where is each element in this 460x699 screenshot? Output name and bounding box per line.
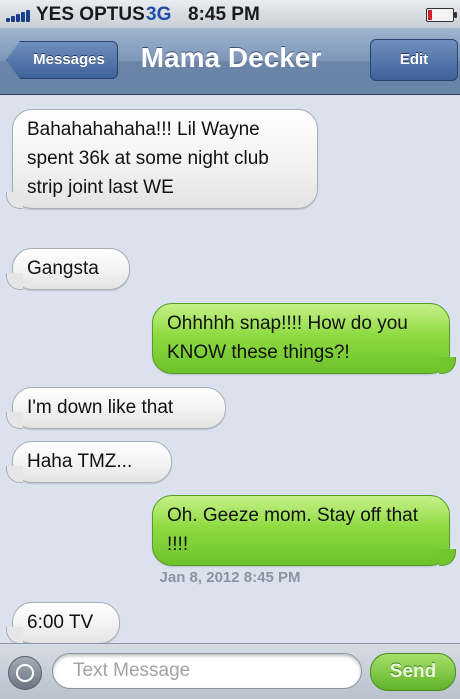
- camera-icon[interactable]: [8, 656, 42, 690]
- message-input-bar: Send: [0, 643, 460, 699]
- signal-bars-icon: [6, 8, 32, 22]
- message-bubble-incoming[interactable]: I'm down like that: [6, 387, 226, 429]
- text-message-input[interactable]: [52, 653, 362, 689]
- status-bar: YES OPTUS 3G 8:45 PM: [0, 0, 460, 29]
- message-bubble-incoming[interactable]: Bahahahahaha!!! Lil Wayne spent 36k at s…: [6, 109, 318, 209]
- message-bubble-incoming[interactable]: 6:00 TV: [6, 602, 120, 644]
- battery-icon: [426, 8, 457, 22]
- edit-button[interactable]: Edit: [370, 39, 458, 81]
- message-bubble-outgoing[interactable]: Ohhhhh snap!!!! How do you KNOW these th…: [152, 303, 456, 374]
- carrier-name: YES OPTUS: [36, 4, 145, 25]
- conversation-title: Mama Decker: [140, 42, 322, 73]
- navigation-bar: Messages Mama Decker Edit: [0, 28, 460, 95]
- conversation-view[interactable]: Bahahahahaha!!! Lil Wayne spent 36k at s…: [0, 95, 460, 644]
- message-bubble-outgoing[interactable]: Oh. Geeze mom. Stay off that !!!!: [152, 495, 456, 566]
- send-button[interactable]: Send: [370, 653, 456, 691]
- message-timestamp: Jan 8, 2012 8:45 PM: [159, 569, 301, 586]
- message-bubble-incoming[interactable]: Haha TMZ...: [6, 441, 172, 483]
- messages-back-button[interactable]: Messages: [6, 41, 118, 79]
- network-type: 3G: [146, 4, 172, 25]
- message-bubble-incoming[interactable]: Gangsta: [6, 248, 130, 290]
- status-time: 8:45 PM: [188, 4, 260, 25]
